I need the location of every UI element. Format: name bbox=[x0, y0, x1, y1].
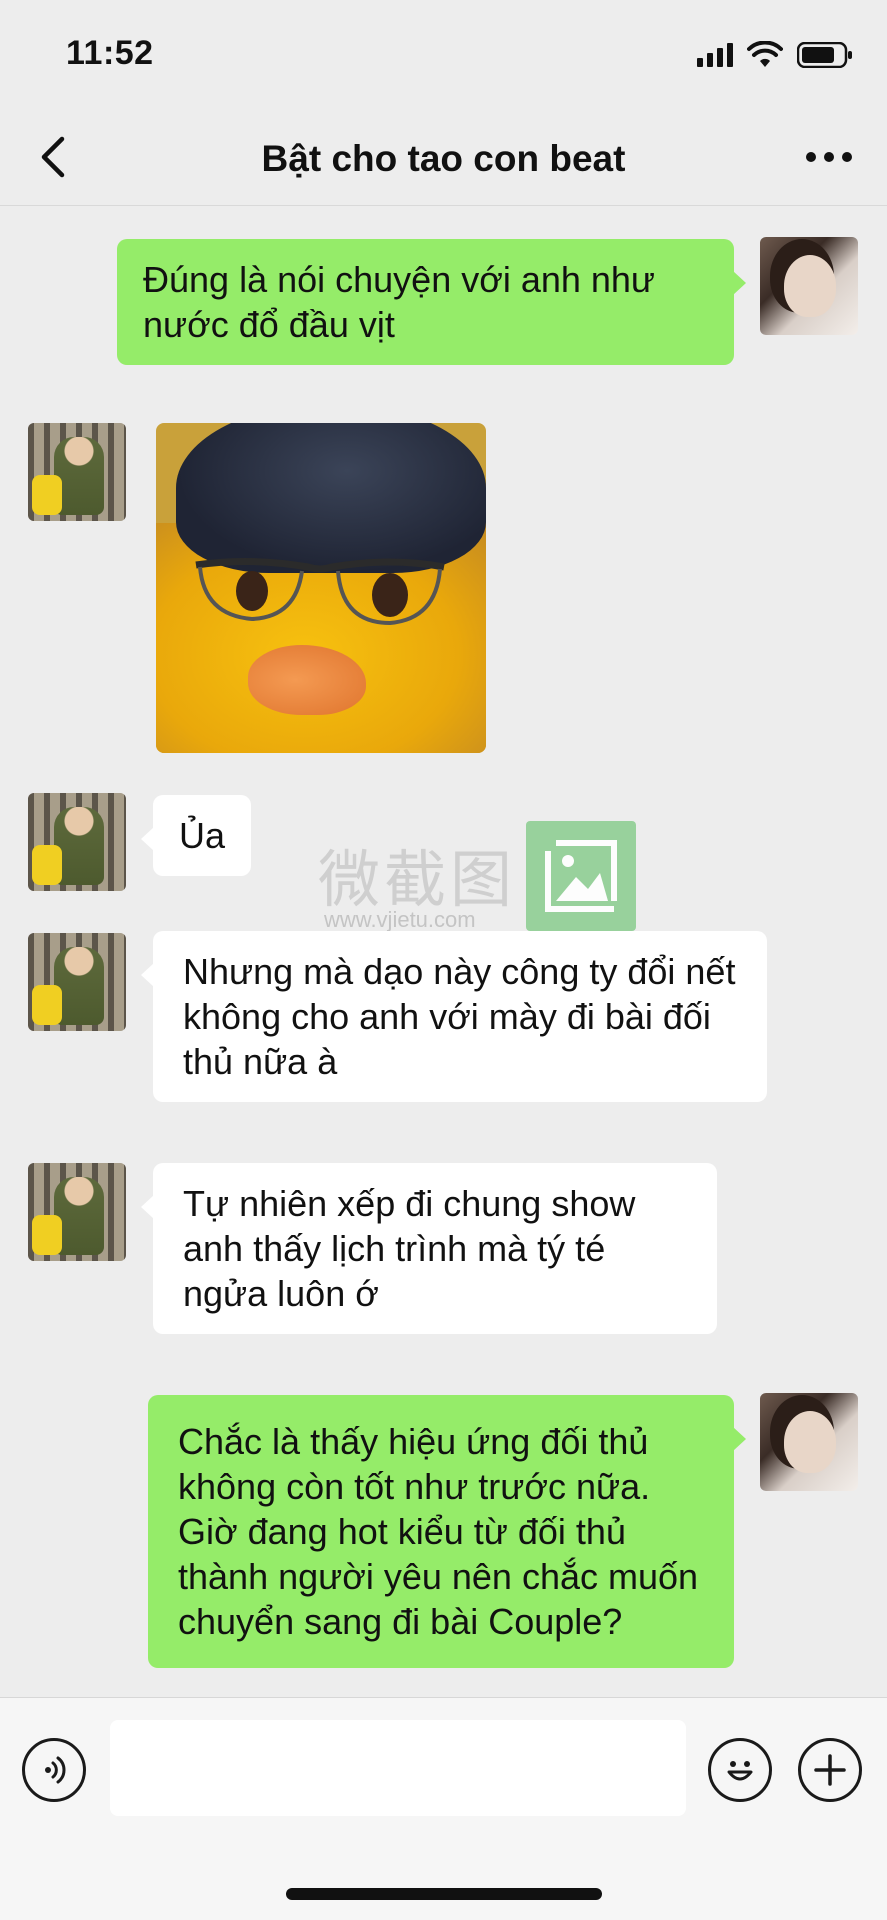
self-avatar[interactable] bbox=[760, 237, 858, 335]
message-bubble-self[interactable]: Đúng là nói chuyện với anh như nước đổ đ… bbox=[117, 239, 746, 365]
contact-avatar[interactable] bbox=[28, 793, 126, 891]
signal-icon bbox=[697, 43, 733, 67]
battery-icon bbox=[797, 42, 852, 68]
duck-with-glasses-sticker[interactable] bbox=[156, 423, 486, 753]
emoji-button[interactable] bbox=[708, 1738, 772, 1802]
home-indicator bbox=[286, 1888, 602, 1900]
watermark-text: 微截图 bbox=[318, 846, 517, 915]
message-list[interactable]: Đúng là nói chuyện với anh như nước đổ đ… bbox=[0, 207, 887, 1697]
watermark: 微截图 www.vjietu.com bbox=[318, 821, 638, 932]
status-bar: 11:52 bbox=[0, 0, 887, 110]
message-bubble-other[interactable]: Nhưng mà dạo này công ty đổi nết không c… bbox=[141, 931, 767, 1102]
input-bar bbox=[0, 1697, 887, 1920]
contact-avatar[interactable] bbox=[28, 933, 126, 1031]
message-input[interactable] bbox=[110, 1720, 686, 1816]
contact-avatar[interactable] bbox=[28, 1163, 126, 1261]
self-avatar[interactable] bbox=[760, 1393, 858, 1491]
watermark-url: www.vjietu.com bbox=[324, 907, 476, 932]
smiley-icon bbox=[727, 1761, 753, 1781]
watermark-logo-icon bbox=[526, 821, 636, 931]
more-actions-button[interactable] bbox=[798, 1738, 862, 1802]
message-bubble-other[interactable]: Ủa bbox=[140, 795, 252, 876]
status-icons bbox=[697, 38, 853, 72]
wifi-icon bbox=[747, 41, 783, 67]
more-options-button[interactable] bbox=[799, 132, 859, 182]
voice-input-button[interactable] bbox=[22, 1738, 86, 1802]
status-time: 11:52 bbox=[66, 34, 154, 72]
message-bubble-self[interactable]: Chắc là thấy hiệu ứng đối thủ không còn … bbox=[148, 1395, 746, 1668]
chat-header: Bật cho tao con beat bbox=[0, 110, 887, 206]
voice-icon bbox=[45, 1756, 66, 1784]
more-dots-icon bbox=[806, 152, 852, 162]
message-bubble-other[interactable]: Tự nhiên xếp đi chung show anh thấy lịch… bbox=[141, 1163, 717, 1334]
chat-title: Bật cho tao con beat bbox=[261, 138, 626, 179]
contact-avatar[interactable] bbox=[28, 423, 126, 521]
plus-icon bbox=[814, 1754, 846, 1786]
